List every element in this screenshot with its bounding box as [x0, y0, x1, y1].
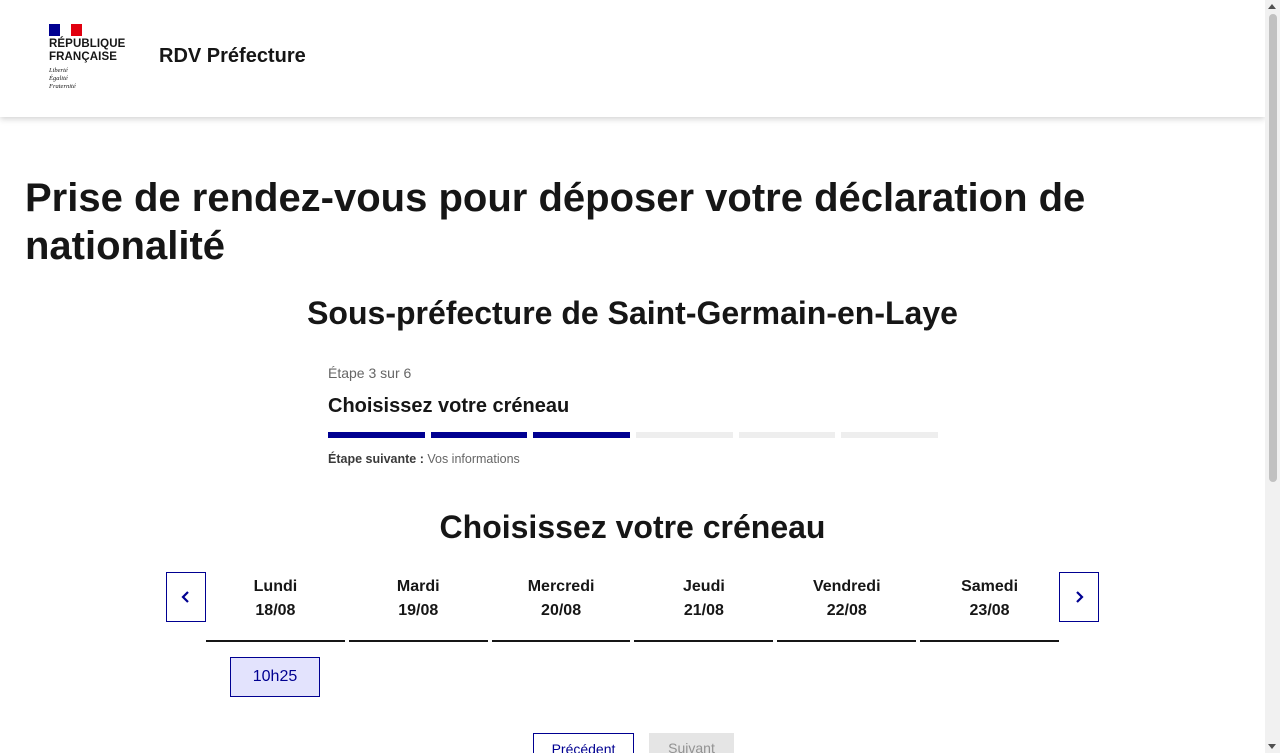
day-name: Jeudi [683, 578, 725, 595]
stepper-segment [738, 432, 836, 438]
slot-section-title: Choisissez votre créneau [439, 509, 826, 545]
stepper-segment [328, 432, 425, 438]
next-week-button[interactable] [1059, 572, 1099, 622]
day-column: Lundi 18/08 [206, 572, 345, 642]
stepper-segment [430, 432, 528, 438]
calendar-days: Lundi 18/08 Mardi 19/08 Mercredi 20/08 Jeudi 21… [206, 572, 1059, 642]
day-name: Mardi [396, 578, 440, 595]
chevron-left-icon [181, 591, 189, 603]
day-date: 21/08 [683, 602, 724, 619]
stepper-next-value: Vos informations [427, 452, 520, 466]
service-title[interactable]: RDV Préfecture [159, 45, 306, 68]
prefecture-title: Sous-préfecture de Saint-Germain-en-Laye [307, 295, 958, 331]
stepper-segment [533, 432, 631, 438]
next-button[interactable]: Suivant [649, 733, 734, 753]
marianne-line-2: FRANÇAISE [49, 51, 117, 63]
day-date: 22/08 [826, 602, 867, 619]
previous-button[interactable]: Précédent [533, 733, 634, 753]
day-name: Lundi [253, 578, 298, 595]
day-column: Jeudi 21/08 [634, 572, 774, 642]
scroll-thumb[interactable] [1269, 14, 1277, 482]
french-flag-icon [49, 24, 82, 36]
stepper-segment [636, 432, 733, 438]
day-date: 23/08 [969, 602, 1010, 619]
republique-francaise-logo[interactable]: RÉPUBLIQUE FRANÇAISE Liberté Égalité Fra… [49, 24, 139, 91]
site-header: RÉPUBLIQUE FRANÇAISE Liberté Égalité Fra… [0, 0, 1265, 117]
stepper-next-label: Étape suivante : [328, 452, 424, 466]
stepper-progress [328, 432, 939, 438]
stepper-state: Étape 3 sur 6 [328, 365, 412, 381]
scroll-down-icon[interactable] [1268, 744, 1276, 749]
page-title: Prise de rendez-vous pour déposer votre … [25, 176, 1086, 268]
marianne-line-1: RÉPUBLIQUE [49, 38, 126, 50]
devise-text: Liberté Égalité Fraternité [49, 67, 139, 91]
devise-egalite: Égalité [49, 75, 68, 82]
stepper-segment [841, 432, 939, 438]
day-date: 18/08 [255, 602, 296, 619]
devise-liberte: Liberté [49, 67, 68, 74]
day-column: Vendredi 22/08 [777, 572, 917, 642]
stepper: Étape 3 sur 6 Choisissez votre créneau É… [328, 364, 939, 466]
devise-fraternite: Fraternité [49, 83, 76, 90]
scroll-up-icon[interactable] [1268, 4, 1276, 9]
day-column: Mercredi 20/08 [491, 572, 631, 642]
day-column: Samedi 23/08 [920, 572, 1059, 642]
chevron-right-icon [1076, 591, 1084, 603]
stepper-next-step: Étape suivante : Vos informations [328, 452, 938, 466]
day-column: Mardi 19/08 [348, 572, 488, 642]
day-name: Samedi [961, 578, 1019, 595]
day-name: Mercredi [527, 578, 595, 595]
day-date: 19/08 [398, 602, 439, 619]
stepper-title: Choisissez votre créneau [328, 395, 570, 417]
marianne-text: RÉPUBLIQUE FRANÇAISE [49, 38, 139, 64]
previous-week-button[interactable] [166, 572, 206, 622]
time-slot-button[interactable]: 10h25 [230, 657, 320, 697]
vertical-scrollbar[interactable] [1265, 0, 1280, 753]
day-date: 20/08 [541, 602, 582, 619]
day-name: Vendredi [812, 578, 881, 595]
